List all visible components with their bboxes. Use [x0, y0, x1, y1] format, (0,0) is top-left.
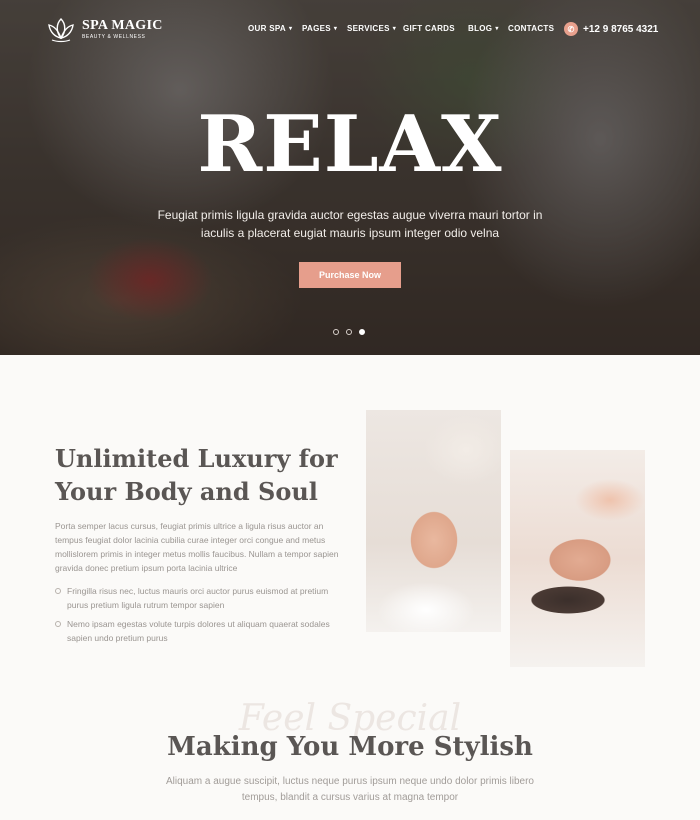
- main-menu: OUR SPA ▾ PAGES ▾ SERVICES ▾ GIFT CARDS BLO…: [248, 24, 554, 33]
- caret-down-icon: ▾: [333, 26, 338, 32]
- slide-dot-3[interactable]: [359, 329, 365, 335]
- purchase-now-button[interactable]: Purchase Now: [299, 262, 401, 288]
- brand-name: SPA MAGIC: [82, 18, 163, 33]
- about-bullets: Fringilla risus nec, luctus mauris orci …: [55, 584, 345, 650]
- face-treatment-photo: [510, 450, 645, 667]
- stylish-title: Making You More Stylish: [167, 732, 533, 762]
- caret-down-icon: ▾: [288, 26, 293, 32]
- slide-dot-1[interactable]: [333, 329, 339, 335]
- about-text: Porta semper lacus cursus, feugiat primi…: [55, 521, 339, 573]
- caret-down-icon: ▾: [495, 26, 499, 32]
- list-item: Nemo ipsam egestas volute turpis dolores…: [55, 617, 345, 645]
- menu-item-gift-cards[interactable]: GIFT CARDS: [403, 24, 468, 33]
- hero-title: RELAX: [197, 99, 503, 190]
- menu-item-pages[interactable]: PAGES ▾: [302, 24, 347, 33]
- list-item: Fringilla risus nec, luctus mauris orci …: [55, 584, 345, 612]
- phone-number: +12 9 8765 4321: [583, 23, 659, 35]
- lotus-logo-icon: [48, 18, 74, 43]
- menu-item-contacts[interactable]: CONTACTS: [508, 24, 554, 33]
- logo[interactable]: SPA MAGIC BEAUTY & WELLNESS: [46, 16, 163, 44]
- menu-item-blog[interactable]: BLOG ▾: [468, 24, 508, 33]
- slide-dot-2[interactable]: [346, 329, 352, 335]
- caret-down-icon: ▾: [392, 26, 397, 32]
- circle-bullet-icon: [55, 621, 61, 627]
- slider-pagination: [333, 329, 365, 335]
- top-navigation: SPA MAGIC BEAUTY & WELLNESS OUR SPA ▾ PAG…: [0, 0, 700, 60]
- menu-item-our-spa[interactable]: OUR SPA ▾: [248, 24, 302, 33]
- phone-contact[interactable]: ✆ +12 9 8765 4321: [564, 22, 658, 36]
- circle-bullet-icon: [55, 588, 61, 594]
- about-title: Unlimited Luxury for Your Body and Soul: [55, 444, 338, 506]
- hero-subtitle: Feugiat primis ligula gravida auctor ege…: [157, 208, 543, 240]
- phone-icon: ✆: [564, 22, 578, 36]
- hero-slider: SPA MAGIC BEAUTY & WELLNESS OUR SPA ▾ PAG…: [0, 0, 700, 355]
- brand-tagline: BEAUTY & WELLNESS: [82, 34, 146, 40]
- stylish-text: Aliquam a augue suscipit, luctus neque p…: [166, 776, 534, 803]
- menu-item-services[interactable]: SERVICES ▾: [347, 24, 403, 33]
- facial-massage-photo: [366, 410, 501, 632]
